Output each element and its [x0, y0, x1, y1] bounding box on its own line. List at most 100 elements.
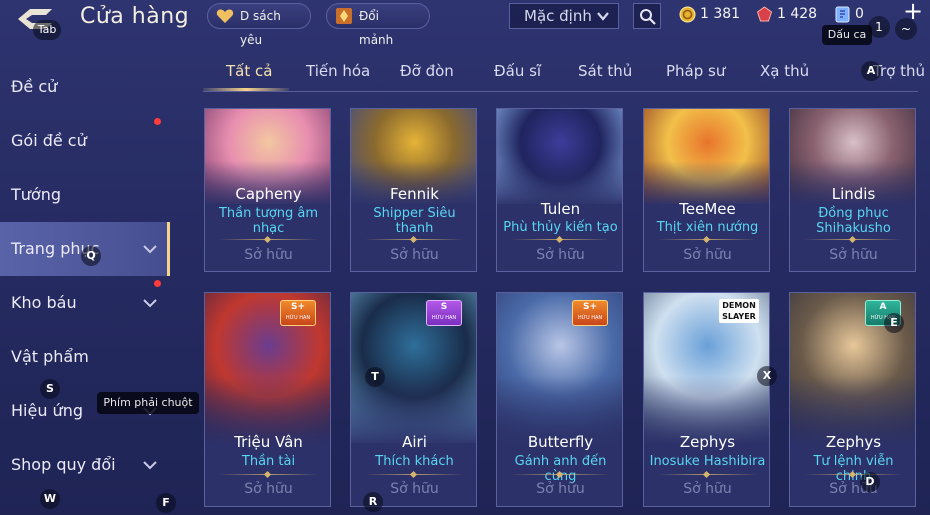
card-divider	[511, 474, 610, 475]
sidebar-item-de-cu[interactable]: Đề cử	[0, 60, 170, 114]
chevron-down-icon	[143, 461, 157, 470]
sidebar-item-label: Tướng	[11, 185, 61, 204]
hero-name: Lindis	[831, 185, 876, 203]
rarity-badge: S HỮU HẠN	[426, 300, 462, 326]
skin-name: Thần tài	[241, 454, 296, 469]
key-hint-q: Q	[81, 246, 101, 266]
hero-name: Tulen	[540, 200, 581, 218]
key-hint-f: F	[156, 493, 176, 513]
gold-currency: 1 381	[679, 4, 740, 24]
skin-card[interactable]: Fennik Shipper Siêu thanh Sở hữu	[350, 108, 477, 272]
rarity-badge: S+ HỮU HẠN	[280, 300, 316, 326]
skin-name: Shipper Siêu thanh	[373, 206, 456, 236]
skin-name: Đồng phục Shihakusho	[816, 206, 891, 236]
rarity-label: S+	[290, 302, 306, 312]
hero-name: Capheny	[235, 185, 302, 203]
owned-status: Sở hữu	[536, 481, 585, 497]
owned-status: Sở hữu	[536, 247, 585, 263]
key-hint-tilde: ~	[895, 18, 917, 40]
key-hint-s: S	[40, 379, 60, 399]
chevron-down-icon	[143, 245, 157, 254]
key-hint-r: R	[363, 492, 383, 512]
chevron-down-icon	[597, 12, 609, 21]
hero-name: Zephys	[679, 433, 736, 451]
tab-5[interactable]: Pháp sư	[666, 62, 725, 80]
top-bar: Cửa hàng D sách yêu Đổi mảnh Mặc định 1 …	[0, 0, 930, 47]
tab-0[interactable]: Tất cả	[226, 62, 272, 80]
rarity-badge: S+ HỮU HẠN	[572, 300, 608, 326]
sidebar-item-kho-bau[interactable]: Kho báu	[0, 276, 170, 330]
sidebar-item-shop-quy-doi[interactable]: Shop quy đổi	[0, 438, 170, 492]
key-hint-x: X	[757, 366, 777, 386]
search-icon	[640, 9, 656, 25]
sort-value: Mặc định	[524, 7, 592, 25]
skin-card[interactable]: Tulen Phù thủy kiến tạo Sở hữu	[496, 108, 623, 272]
wishlist-label: D sách yêu	[240, 9, 281, 47]
notification-dot	[154, 280, 161, 287]
skin-name: Inosuke Hashibira	[649, 454, 766, 469]
owned-status: Sở hữu	[829, 247, 878, 263]
sidebar-item-label: Gói đề cử	[11, 131, 87, 150]
skin-card[interactable]: Lindis Đồng phục Shihakusho Sở hữu	[789, 108, 916, 272]
voucher-currency: 0	[834, 4, 864, 24]
search-button[interactable]	[633, 3, 661, 29]
category-tabs: Tất cả Tiến hóa Đỡ đòn Đấu sĩ Sát thủ Pháp sư…	[200, 56, 925, 92]
hero-name: Airi	[402, 433, 427, 451]
card-divider	[219, 239, 318, 240]
exchange-button[interactable]: Đổi mảnh	[326, 3, 430, 47]
skin-card[interactable]: DEMON SLAYER Zephys Inosuke Hashibira Sở hữ…	[643, 292, 770, 507]
tab-4[interactable]: Sát thủ	[578, 62, 632, 80]
rarity-label: S	[440, 302, 448, 312]
voucher-amount: 0	[855, 6, 864, 22]
limited-label: HỮU HẠN	[285, 315, 311, 321]
skin-name: Thịt xiên nướng	[656, 220, 759, 235]
key-hint-a: A	[861, 61, 881, 81]
sidebar: Đề cử Gói đề cử Tướng Trang phục Kho báu Vật …	[0, 60, 170, 515]
rarity-label: S+	[582, 302, 598, 312]
skin-name: Thần tượng âm nhạc	[218, 206, 319, 236]
tab-3[interactable]: Đấu sĩ	[494, 62, 541, 80]
card-divider	[365, 239, 464, 240]
sidebar-item-label: Shop quy đổi	[11, 455, 116, 474]
key-hint-t: T	[365, 367, 385, 387]
skin-card[interactable]: Capheny Thần tượng âm nhạc Sở hữu	[204, 108, 331, 272]
sidebar-item-label: Vật phẩm	[11, 347, 89, 366]
sidebar-item-tuong[interactable]: Tướng	[0, 168, 170, 222]
key-hint-tab: Tab	[33, 20, 61, 40]
tab-2[interactable]: Đỡ đòn	[400, 62, 454, 80]
red-gem-icon	[756, 6, 773, 22]
wishlist-button[interactable]: D sách yêu	[207, 3, 311, 47]
owned-status: Sở hữu	[390, 247, 439, 263]
key-hint-w: W	[40, 489, 60, 509]
skin-card[interactable]: S+ HỮU HẠN Triệu Vân Thần tài Sở hữu	[204, 292, 331, 507]
sidebar-item-goi-de-cu[interactable]: Gói đề cử	[0, 114, 170, 168]
skin-name: Phù thủy kiến tạo	[503, 220, 618, 235]
skin-name: Thích khách	[375, 454, 454, 469]
active-tab-underline	[203, 88, 289, 91]
sidebar-item-label: Hiệu ứng	[11, 401, 83, 420]
skin-card[interactable]: TeeMee Thịt xiên nướng Sở hữu	[643, 108, 770, 272]
card-divider	[365, 474, 464, 475]
card-divider	[804, 239, 903, 240]
tab-6[interactable]: Xạ thủ	[760, 62, 809, 80]
skin-card[interactable]: S HỮU HẠN Airi Thích khách Sở hữu	[350, 292, 477, 507]
owned-status: Sở hữu	[244, 481, 293, 497]
owned-status: Sở hữu	[683, 247, 732, 263]
tab-1[interactable]: Tiến hóa	[306, 62, 370, 80]
collab-logo-badge: DEMON SLAYER	[719, 299, 759, 323]
owned-status: Sở hữu	[829, 481, 878, 497]
gem-amount: 1 428	[777, 6, 818, 22]
skin-card[interactable]: S+ HỮU HẠN Butterfly Gánh anh đến cùngSở hữ…	[496, 292, 623, 507]
hero-name: Zephys	[825, 433, 882, 451]
card-divider	[658, 239, 757, 240]
sidebar-item-vat-pham[interactable]: Vật phẩm	[0, 330, 170, 384]
sort-dropdown[interactable]: Mặc định	[509, 3, 619, 29]
notification-dot	[154, 118, 161, 125]
key-hint-d: D	[860, 472, 880, 492]
shard-exchange-icon	[336, 8, 352, 24]
page-title: Cửa hàng	[80, 4, 190, 29]
skin-artwork	[497, 109, 622, 204]
owned-status: Sở hữu	[244, 247, 293, 263]
dauca-tooltip: Dấu ca	[822, 25, 872, 45]
hero-name: Triệu Vân	[234, 433, 303, 451]
